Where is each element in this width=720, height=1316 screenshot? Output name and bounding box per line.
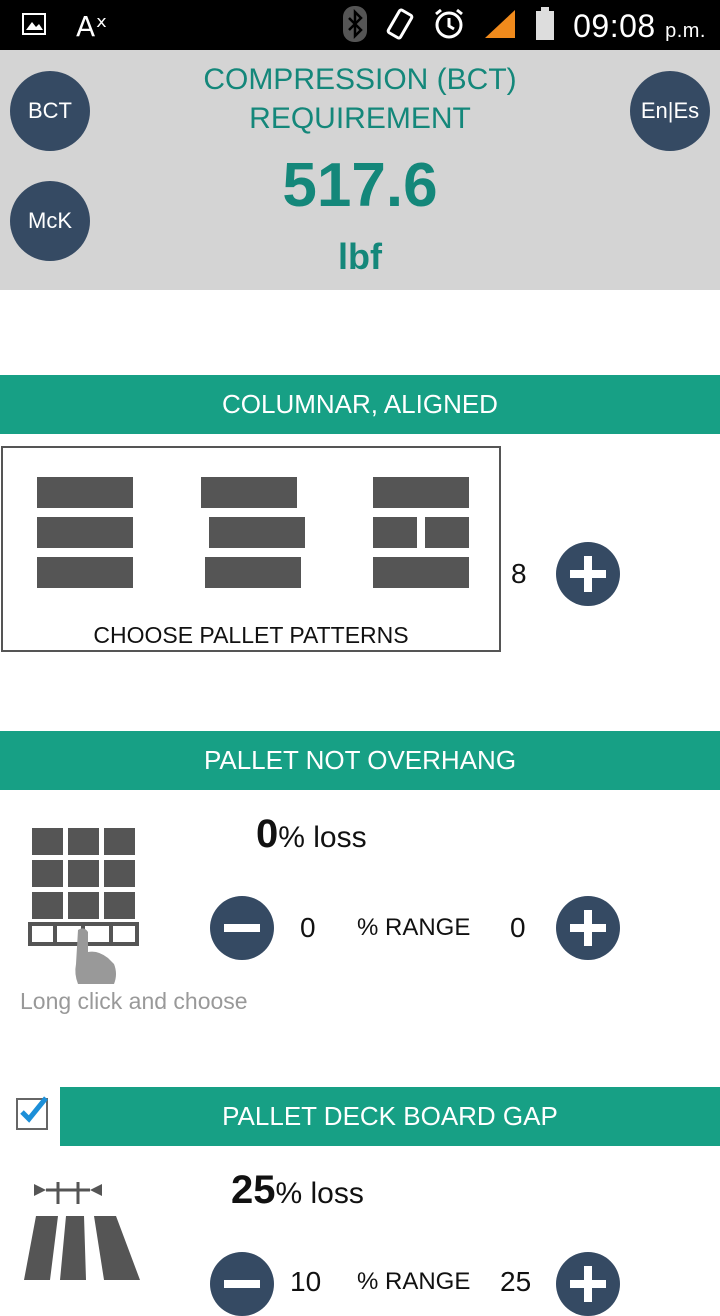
deck-gap-loss-text: 25% loss	[231, 1168, 364, 1212]
bluetooth-icon	[343, 6, 368, 47]
deck-board-gap-icon	[20, 1176, 150, 1280]
overhang-decrease-button[interactable]	[210, 896, 274, 960]
alarm-icon	[433, 8, 465, 45]
clock: 09:08 p.m.	[573, 8, 706, 44]
deck-gap-checkbox[interactable]	[16, 1096, 48, 1130]
overhang-range-label: % RANGE	[357, 914, 471, 941]
deck-gap-range-max: 25	[500, 1266, 532, 1297]
deck-gap-range-min: 10	[290, 1266, 322, 1297]
signal-icon	[483, 8, 517, 45]
page-title: COMPRESSION (BCT) REQUIREMENT	[203, 63, 517, 135]
battery-icon	[535, 7, 555, 46]
section-overhang-header: PALLET NOT OVERHANG	[0, 731, 720, 790]
overhang-range-min: 0	[300, 912, 316, 943]
bct-value: 517.6	[282, 151, 438, 220]
status-bar: Aˣ 09:08 p.m.	[0, 0, 720, 50]
gallery-icon	[22, 13, 46, 40]
language-toggle-button[interactable]: En|Es	[630, 71, 710, 151]
pallet-overhang-icon[interactable]	[28, 826, 140, 990]
section-columnar-header: COLUMNAR, ALIGNED	[0, 375, 720, 434]
section-deck-gap-header: PALLET DECK BOARD GAP	[60, 1087, 720, 1146]
pattern-count: 8	[511, 558, 527, 589]
overhang-loss-text: 0% loss	[256, 812, 367, 856]
deck-gap-increase-button[interactable]	[556, 1252, 620, 1316]
bct-button[interactable]: BCT	[10, 71, 90, 151]
bct-unit: lbf	[338, 236, 382, 277]
overhang-range-max: 0	[510, 912, 526, 943]
overhang-increase-button[interactable]	[556, 896, 620, 960]
mck-button[interactable]: McK	[10, 181, 90, 261]
deck-gap-range-label: % RANGE	[357, 1268, 471, 1295]
font-icon: Aˣ	[76, 10, 108, 43]
long-click-hint: Long click and choose	[20, 988, 248, 1014]
vibrate-icon	[385, 7, 415, 46]
choose-pallet-patterns-button[interactable]: CHOOSE PALLET PATTERNS	[1, 446, 501, 652]
choose-pallet-patterns-label: CHOOSE PALLET PATTERNS	[93, 622, 409, 648]
pattern-add-button[interactable]	[556, 542, 620, 606]
check-icon	[20, 1096, 48, 1123]
deck-gap-decrease-button[interactable]	[210, 1252, 274, 1316]
bct-requirement-header: BCT McK En|Es COMPRESSION (BCT) REQUIREM…	[0, 50, 720, 290]
